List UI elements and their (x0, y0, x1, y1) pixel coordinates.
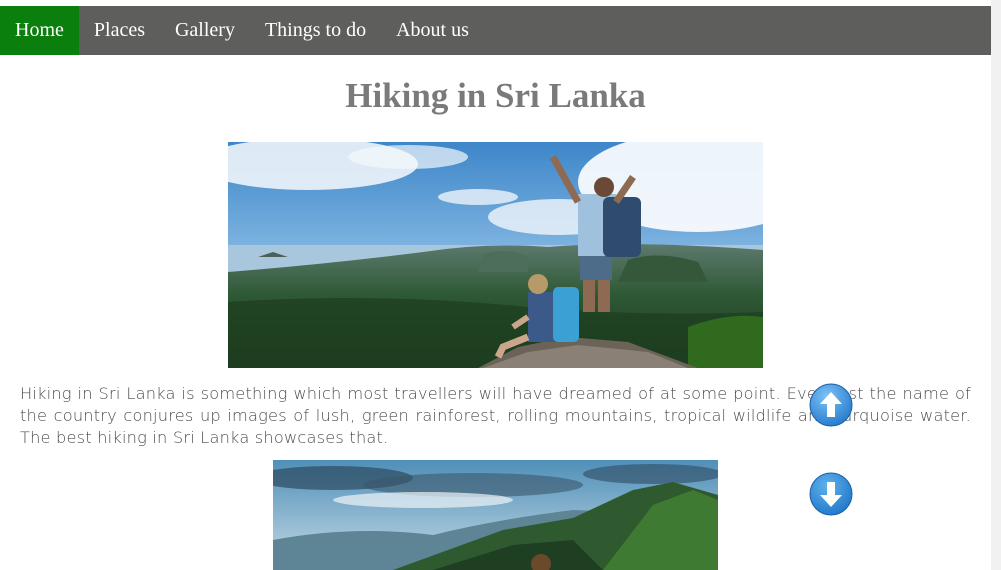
arrow-down-circle-icon (809, 472, 853, 516)
scroll-up-button[interactable] (809, 383, 853, 427)
page-title: Hiking in Sri Lanka (345, 76, 646, 115)
arrow-up-circle-icon (809, 383, 853, 427)
scroll-down-button[interactable] (809, 472, 853, 516)
top-navigation-bar: Home Places Gallery Things to do About u… (0, 6, 991, 55)
nav-item-places[interactable]: Places (79, 6, 160, 55)
nav-item-about-us[interactable]: About us (381, 6, 484, 55)
nav-item-home[interactable]: Home (0, 6, 79, 55)
page-scrollbar[interactable] (991, 0, 1001, 570)
hikers-on-summit-photo (228, 142, 763, 368)
nav-item-gallery[interactable]: Gallery (160, 6, 250, 55)
nav-item-things-to-do[interactable]: Things to do (250, 6, 381, 55)
mountain-landscape-photo (273, 460, 718, 570)
